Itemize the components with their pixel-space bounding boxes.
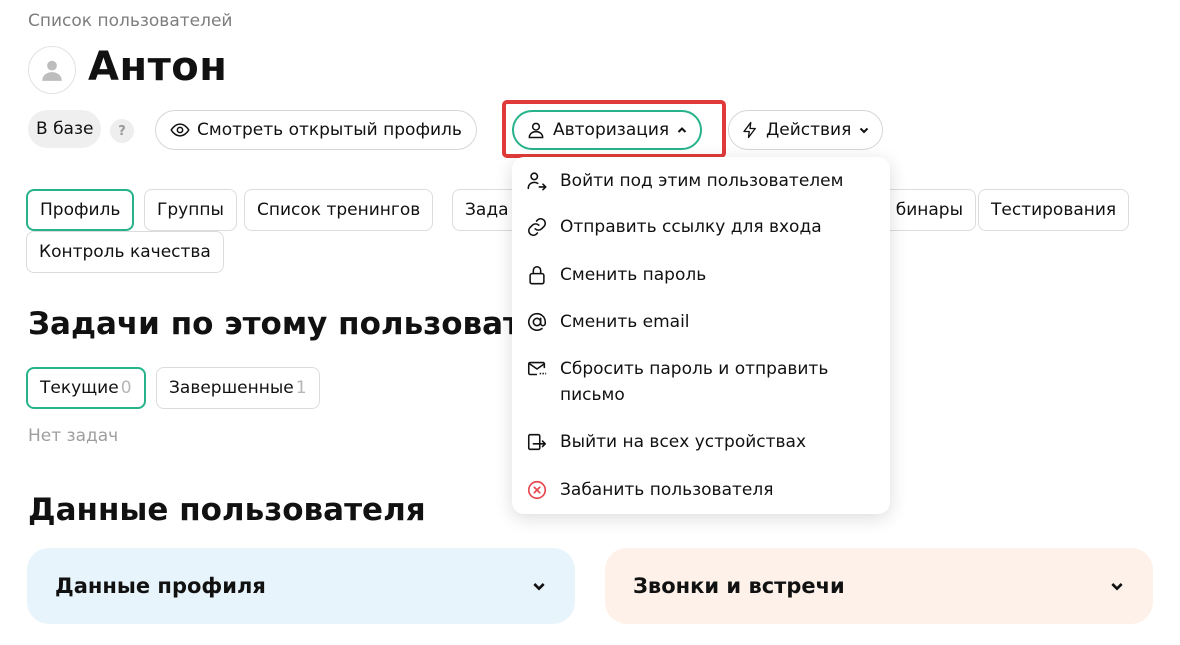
completed-tasks-label: Завершенные <box>169 378 294 398</box>
chevron-down-icon <box>860 127 869 134</box>
menu-item-send-login-link[interactable]: Отправить ссылку для входа <box>526 214 880 240</box>
menu-item-label: Сменить email <box>560 312 690 332</box>
tab-profile[interactable]: Профиль <box>26 189 135 231</box>
completed-tasks-count: 1 <box>295 378 307 398</box>
tab-tests[interactable]: Тестирования <box>978 189 1130 231</box>
lock-icon <box>526 262 548 288</box>
avatar <box>28 46 76 94</box>
mail-reset-icon <box>526 356 548 382</box>
user-data-section-title: Данные пользователя <box>28 492 426 528</box>
tab-completed-tasks[interactable]: Завершенные 1 <box>156 367 320 409</box>
tab-current-tasks[interactable]: Текущие 0 <box>26 367 146 409</box>
current-tasks-label: Текущие <box>40 378 119 398</box>
ban-icon <box>526 477 548 503</box>
menu-item-label: Сбросить пароль и отправить письмо <box>560 359 829 405</box>
logout-devices-icon <box>526 429 548 455</box>
actions-button[interactable]: Действия <box>728 110 884 150</box>
tasks-section-title: Задачи по этому пользовате <box>28 306 543 342</box>
login-as-user-icon <box>526 168 548 194</box>
menu-item-reset-password-send-mail[interactable]: Сбросить пароль и отправить письмо <box>526 356 880 408</box>
at-sign-icon <box>526 309 548 335</box>
authorization-button[interactable]: Авторизация <box>512 110 703 150</box>
current-tasks-count: 0 <box>120 378 132 398</box>
lightning-icon <box>743 121 756 139</box>
user-icon <box>528 122 544 139</box>
menu-item-logout-all-devices[interactable]: Выйти на всех устройствах <box>526 429 880 455</box>
menu-item-ban-user[interactable]: Забанить пользователя <box>526 477 880 503</box>
profile-data-card-label: Данные профиля <box>55 574 266 598</box>
help-icon[interactable]: ? <box>110 119 134 143</box>
calls-meetings-card[interactable]: Звонки и встречи <box>605 548 1153 624</box>
eye-icon <box>170 123 190 137</box>
chevron-down-icon <box>1111 583 1123 591</box>
page-title: Антон <box>88 44 228 90</box>
profile-data-card[interactable]: Данные профиля <box>27 548 575 624</box>
user-placeholder-icon <box>42 60 62 81</box>
calls-meetings-card-label: Звонки и встречи <box>633 574 845 598</box>
actions-label: Действия <box>766 120 852 140</box>
tab-groups[interactable]: Группы <box>144 189 237 231</box>
link-icon <box>526 214 548 240</box>
status-badge: В базе <box>28 110 102 148</box>
menu-item-label: Забанить пользователя <box>560 480 774 500</box>
menu-item-change-password[interactable]: Сменить пароль <box>526 262 880 288</box>
no-tasks-text: Нет задач <box>28 426 119 446</box>
view-public-profile-button[interactable]: Смотреть открытый профиль <box>155 110 477 150</box>
chevron-down-icon <box>533 583 545 591</box>
menu-item-label: Войти под этим пользователем <box>560 171 844 191</box>
menu-item-label: Выйти на всех устройствах <box>560 432 807 452</box>
menu-item-change-email[interactable]: Сменить email <box>526 309 880 335</box>
chevron-up-icon <box>677 127 687 133</box>
view-public-profile-label: Смотреть открытый профиль <box>197 120 462 140</box>
breadcrumb[interactable]: Список пользователей <box>28 11 232 31</box>
tab-trainings[interactable]: Список тренингов <box>244 189 434 231</box>
menu-item-label: Сменить пароль <box>560 265 707 285</box>
tab-quality-control[interactable]: Контроль качества <box>26 231 224 273</box>
menu-item-label: Отправить ссылку для входа <box>560 217 822 237</box>
menu-item-login-as-user[interactable]: Войти под этим пользователем <box>526 168 880 194</box>
authorization-dropdown-menu: Войти под этим пользователем Отправить с… <box>512 157 890 514</box>
authorization-label: Авторизация <box>553 120 670 140</box>
